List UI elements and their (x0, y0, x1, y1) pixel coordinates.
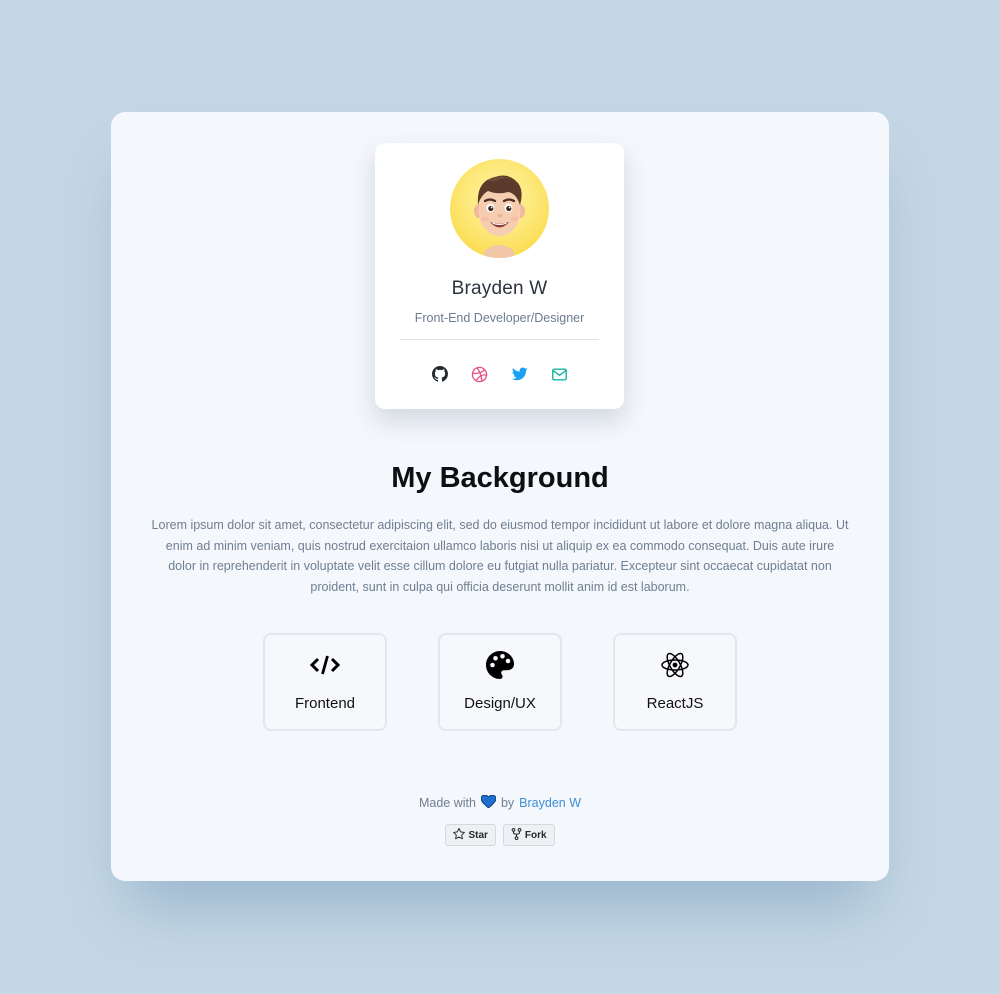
divider (400, 339, 599, 340)
section-paragraph: Lorem ipsum dolor sit amet, consectetur … (151, 518, 849, 594)
main-panel: Brayden W Front-End Developer/Designer M… (111, 112, 889, 881)
dribbble-icon[interactable] (471, 365, 489, 383)
fork-label: Fork (524, 829, 547, 841)
social-links (375, 365, 624, 383)
profile-card: Brayden W Front-End Developer/Designer (375, 143, 624, 409)
skill-card-frontend: Frontend (263, 633, 387, 731)
footer-credit: Made with by Brayden W (111, 794, 889, 811)
skills-list: Frontend Design/UX ReactJS (263, 633, 737, 731)
profile-role: Front-End Developer/Designer (414, 311, 585, 325)
github-buttons: Star Fork (111, 824, 889, 846)
section-heading: My Background (391, 462, 609, 494)
mail-icon[interactable] (551, 365, 569, 383)
by-text: by (500, 796, 515, 810)
palette-icon (440, 651, 560, 679)
github-icon[interactable] (431, 365, 449, 383)
skill-card-react: ReactJS (613, 633, 737, 731)
skill-card-design: Design/UX (438, 633, 562, 731)
twitter-icon[interactable] (511, 365, 529, 383)
heart-icon (480, 794, 497, 811)
star-label: Star (468, 829, 488, 841)
author-link[interactable]: Brayden W (519, 796, 581, 810)
profile-name: Brayden W (451, 278, 548, 299)
fork-button[interactable]: Fork (502, 824, 555, 846)
star-button[interactable]: Star (445, 824, 496, 846)
memoji-avatar-icon (474, 175, 525, 258)
skill-label: Frontend (294, 695, 356, 712)
skill-label: ReactJS (646, 695, 704, 712)
fork-icon (511, 827, 522, 843)
skill-label: Design/UX (464, 695, 536, 712)
star-icon (453, 827, 466, 843)
avatar (450, 159, 549, 258)
react-icon (615, 651, 735, 679)
made-with-text: Made with (418, 796, 476, 810)
code-icon (265, 651, 385, 679)
